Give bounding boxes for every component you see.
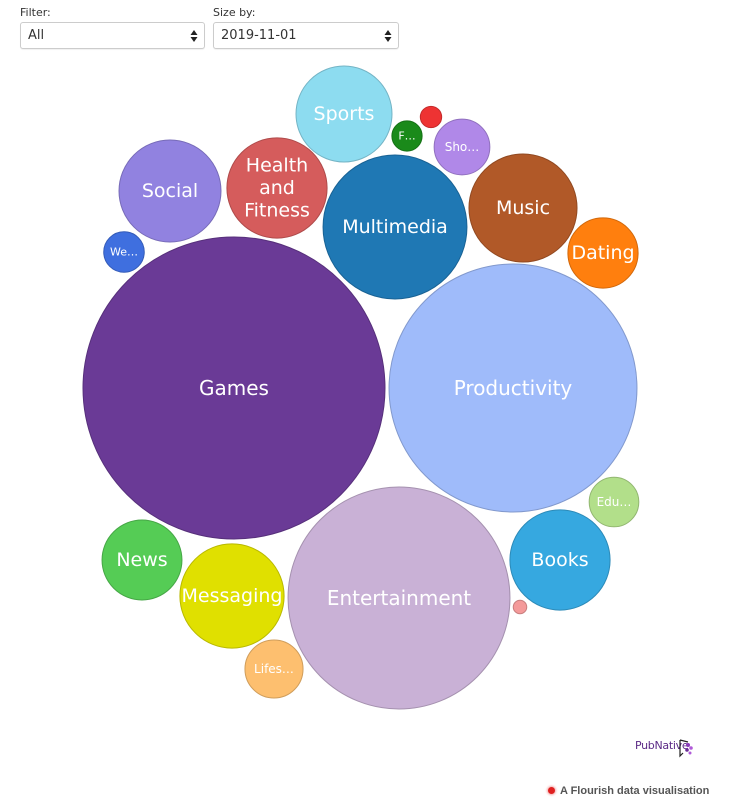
bubble-other-pink[interactable] [512, 599, 528, 615]
bubble-education[interactable]: Edu… [588, 476, 640, 528]
bubble-label: Multimedia [342, 216, 448, 238]
bubble-label: F… [398, 130, 415, 143]
bubble-music[interactable]: Music [468, 153, 578, 263]
bubble-chart: Games Productivity Entertainment Multimedia… [82, 65, 640, 710]
bubble-label: Entertainment [327, 586, 471, 610]
bubble-label: News [116, 549, 167, 571]
bubble-label: Dating [571, 242, 634, 264]
bubble-finance[interactable]: F… [391, 120, 423, 152]
flourish-credit-text: A Flourish data visualisation [560, 785, 710, 797]
flourish-logo-icon [548, 787, 555, 794]
bubble-messaging[interactable]: Messaging [179, 543, 285, 649]
bubble-label: Games [199, 376, 269, 400]
bubble-shopping[interactable]: Sho… [433, 118, 491, 176]
bubble-label: Edu… [597, 495, 632, 509]
bubble-label: and [259, 177, 295, 199]
bubble-productivity[interactable]: Productivity [388, 263, 638, 513]
bubble-weather[interactable]: We… [103, 231, 145, 273]
bubble-news[interactable]: News [101, 519, 183, 601]
flourish-credit-link[interactable]: A Flourish data visualisation [548, 785, 709, 797]
bubble-label: Sho… [445, 140, 480, 154]
bubble-label: Music [496, 197, 550, 219]
bubble-dating[interactable]: Dating [567, 217, 639, 289]
bubble-sports[interactable]: Sports [295, 65, 393, 163]
bubble-label: Books [531, 549, 588, 571]
bubble-label: Productivity [454, 376, 573, 400]
bubble-label: Messaging [182, 585, 283, 607]
bubble-books[interactable]: Books [509, 509, 611, 611]
bubble-label: Sports [314, 103, 375, 125]
bubble-social[interactable]: Social [118, 139, 222, 243]
bubble-label: We… [110, 246, 138, 259]
bubble-entertainment[interactable]: Entertainment [287, 486, 511, 710]
bubble-label: Health [246, 155, 308, 177]
bubble-circle[interactable] [419, 105, 443, 129]
bubble-games[interactable]: Games [82, 236, 386, 540]
pubnative-logo-icon [679, 739, 693, 758]
bubble-health-and-fitness[interactable]: HealthandFitness [226, 137, 328, 239]
bubble-label: Fitness [244, 199, 310, 221]
bubble-multimedia[interactable]: Multimedia [322, 154, 468, 300]
bubble-label: Social [142, 180, 198, 202]
bubble-lifestyle[interactable]: Lifes… [244, 639, 304, 699]
bubble-circle[interactable] [512, 599, 528, 615]
bubble-other-red[interactable] [419, 105, 443, 129]
bubble-label: Lifes… [254, 662, 294, 676]
